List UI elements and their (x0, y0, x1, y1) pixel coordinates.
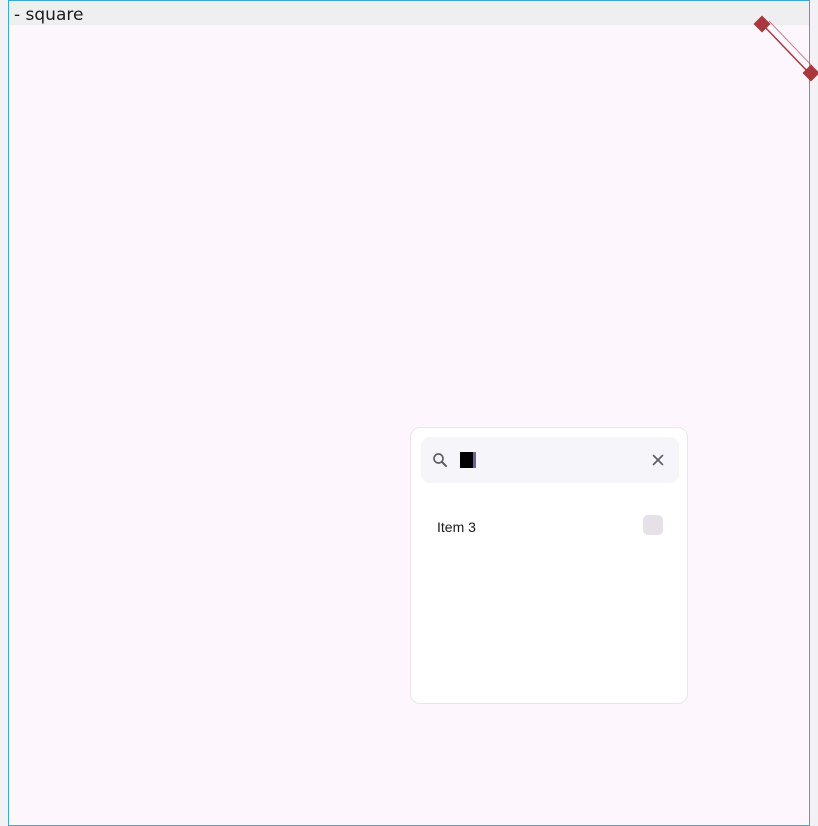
text-caret (460, 452, 476, 468)
close-icon[interactable] (649, 451, 667, 469)
search-bar (421, 437, 679, 483)
list-item[interactable]: Item 3 (421, 506, 679, 548)
window-frame: - square Item 3 (8, 0, 818, 826)
title-bar: - square (9, 1, 809, 25)
search-popup: Item 3 (410, 427, 688, 704)
list-item-label: Item 3 (437, 519, 476, 535)
search-input[interactable] (459, 450, 639, 470)
resize-handle-icon[interactable] (753, 15, 818, 85)
window-title: - square (14, 5, 84, 25)
list-item-checkbox[interactable] (643, 515, 663, 535)
search-icon (433, 453, 447, 467)
